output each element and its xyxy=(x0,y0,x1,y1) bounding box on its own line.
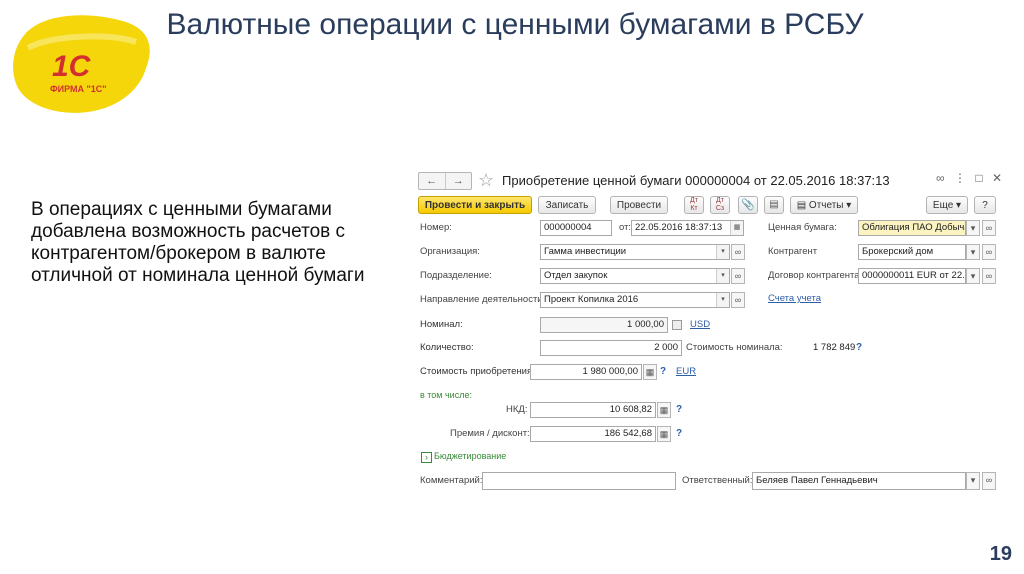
star-icon[interactable]: ☆ xyxy=(478,170,494,190)
reports-label: Отчеты xyxy=(808,200,844,211)
calendar-icon[interactable]: ▦ xyxy=(730,221,743,235)
responsible-label: Ответственный: xyxy=(682,475,753,486)
chevron-down-icon[interactable]: ▾ xyxy=(966,268,980,284)
open-link-icon[interactable]: ∞ xyxy=(731,292,745,308)
create-based-button[interactable]: Дт Сз xyxy=(710,196,730,214)
save-button[interactable]: Записать xyxy=(538,196,596,214)
dt-kt-button[interactable]: Дт Кт xyxy=(684,196,704,214)
including-label: в том числе: xyxy=(420,390,472,400)
open-link-icon[interactable]: ∞ xyxy=(731,244,745,260)
organization-value: Гамма инвестиции xyxy=(544,246,627,257)
calculator-icon[interactable] xyxy=(672,320,682,330)
division-value: Отдел закупок xyxy=(544,270,608,281)
page-number: 19 xyxy=(989,543,1012,565)
contract-label: Договор контрагента: xyxy=(768,270,863,281)
nkd-field[interactable]: 10 608,82 xyxy=(530,402,656,418)
svg-text:1С: 1С xyxy=(52,50,92,83)
security-field[interactable]: Облигация ПАО Добыча xyxy=(858,220,966,236)
nominal-cost-value: 1 782 849 xyxy=(813,342,856,353)
paperclip-icon[interactable]: 📎 xyxy=(738,196,758,214)
kt-label: Кт xyxy=(690,205,698,212)
direction-value: Проект Копилка 2016 xyxy=(544,294,639,305)
premium-label: Премия / дисконт: xyxy=(450,428,530,439)
more-button[interactable]: Еще ▾ xyxy=(926,196,968,214)
quantity-field[interactable]: 2 000 xyxy=(540,340,682,356)
print-icon[interactable]: ▤ xyxy=(764,196,784,214)
counterparty-field[interactable]: Брокерский дом xyxy=(858,244,966,260)
purchase-currency-link[interactable]: EUR xyxy=(676,364,696,380)
chevron-down-icon[interactable]: ▾ xyxy=(716,245,729,259)
chevron-down-icon[interactable]: ▾ xyxy=(716,293,729,307)
purchase-cost-label: Стоимость приобретения: xyxy=(420,366,535,377)
chevron-down-icon[interactable]: ▾ xyxy=(966,244,980,260)
help-question-icon[interactable]: ? xyxy=(676,426,682,442)
arrow-left-icon[interactable]: ← xyxy=(419,173,446,189)
calculator-icon[interactable]: ▦ xyxy=(657,402,671,418)
arrow-right-icon[interactable]: → xyxy=(446,173,472,189)
open-link-icon[interactable]: ∞ xyxy=(982,472,996,490)
post-button[interactable]: Провести xyxy=(610,196,668,214)
division-field[interactable]: Отдел закупок ▾ xyxy=(540,268,730,284)
help-button[interactable]: ? xyxy=(974,196,996,214)
menu-icon[interactable]: ⋮ xyxy=(954,171,966,189)
open-link-icon[interactable]: ∞ xyxy=(982,268,996,284)
firma-1c-logo: 1С ФИРМА "1С" xyxy=(13,15,150,113)
create-top-label: Дт xyxy=(716,197,724,204)
premium-field[interactable]: 186 542,68 xyxy=(530,426,656,442)
svg-text:ФИРМА "1С": ФИРМА "1С" xyxy=(50,84,107,94)
create-bottom-label: Сз xyxy=(715,205,725,212)
help-question-icon[interactable]: ? xyxy=(676,402,682,418)
security-label: Ценная бумага: xyxy=(768,222,837,233)
close-icon[interactable]: ✕ xyxy=(992,171,1002,189)
purchase-cost-field[interactable]: 1 980 000,00 xyxy=(530,364,642,380)
division-label: Подразделение: xyxy=(420,270,492,281)
maximize-icon[interactable]: □ xyxy=(975,171,982,189)
organization-field[interactable]: Гамма инвестиции ▾ xyxy=(540,244,730,260)
open-link-icon[interactable]: ∞ xyxy=(982,220,996,236)
post-and-close-button[interactable]: Провести и закрыть xyxy=(418,196,532,214)
nominal-label: Номинал: xyxy=(420,319,463,330)
chevron-down-icon[interactable]: ▾ xyxy=(966,220,980,236)
document-window: ← → ☆ Приобретение ценной бумаги 0000000… xyxy=(418,170,1004,500)
date-value: 22.05.2016 18:37:13 xyxy=(635,222,723,233)
nominal-cost-label: Стоимость номинала: xyxy=(686,342,783,353)
chevron-down-icon[interactable]: ▾ xyxy=(716,269,729,283)
nav-buttons: ← → xyxy=(418,172,472,190)
open-link-icon[interactable]: ∞ xyxy=(982,244,996,260)
comment-label: Комментарий: xyxy=(420,475,483,486)
contract-field[interactable]: 0000000011 EUR от 22.05 xyxy=(858,268,966,284)
calculator-icon[interactable]: ▦ xyxy=(657,426,671,442)
date-field[interactable]: 22.05.2016 18:37:13 ▦ xyxy=(631,220,744,236)
window-controls: ∞ ⋮ □ ✕ xyxy=(936,171,1002,189)
open-link-icon[interactable]: ∞ xyxy=(731,268,745,284)
comment-field[interactable] xyxy=(482,472,676,490)
reports-button[interactable]: ▤ Отчеты ▾ xyxy=(790,196,858,214)
direction-field[interactable]: Проект Копилка 2016 ▾ xyxy=(540,292,730,308)
help-question-icon[interactable]: ? xyxy=(660,364,666,380)
link-icon[interactable]: ∞ xyxy=(936,171,945,189)
responsible-field[interactable]: Беляев Павел Геннадьевич xyxy=(752,472,966,490)
direction-label: Направление деятельности: xyxy=(420,294,546,305)
document-title: Приобретение ценной бумаги 000000004 от … xyxy=(502,173,890,188)
organization-label: Организация: xyxy=(420,246,480,257)
accounts-link[interactable]: Счета учета xyxy=(768,291,821,307)
nominal-currency-link[interactable]: USD xyxy=(690,317,710,333)
budgeting-group[interactable]: Бюджетирование xyxy=(434,449,506,463)
calculator-icon[interactable]: ▦ xyxy=(643,364,657,380)
help-question-icon[interactable]: ? xyxy=(856,340,862,356)
dt-label: Дт xyxy=(690,197,698,204)
nominal-field[interactable]: 1 000,00 xyxy=(540,317,668,333)
chevron-down-icon[interactable]: ▾ xyxy=(966,472,980,490)
slide-body-text: В операциях с ценными бумагами добавлена… xyxy=(31,199,365,286)
reports-icon: ▤ xyxy=(796,200,809,211)
slide-title: Валютные операции с ценными бумагами в Р… xyxy=(166,8,864,41)
number-field[interactable]: 000000004 xyxy=(540,220,612,236)
nkd-label: НКД: xyxy=(506,404,528,415)
more-label: Еще xyxy=(932,200,954,211)
date-from-label: от: xyxy=(619,222,632,233)
quantity-label: Количество: xyxy=(420,342,474,353)
number-label: Номер: xyxy=(420,222,452,233)
counterparty-label: Контрагент xyxy=(768,246,818,257)
expand-icon[interactable]: › xyxy=(421,452,432,463)
